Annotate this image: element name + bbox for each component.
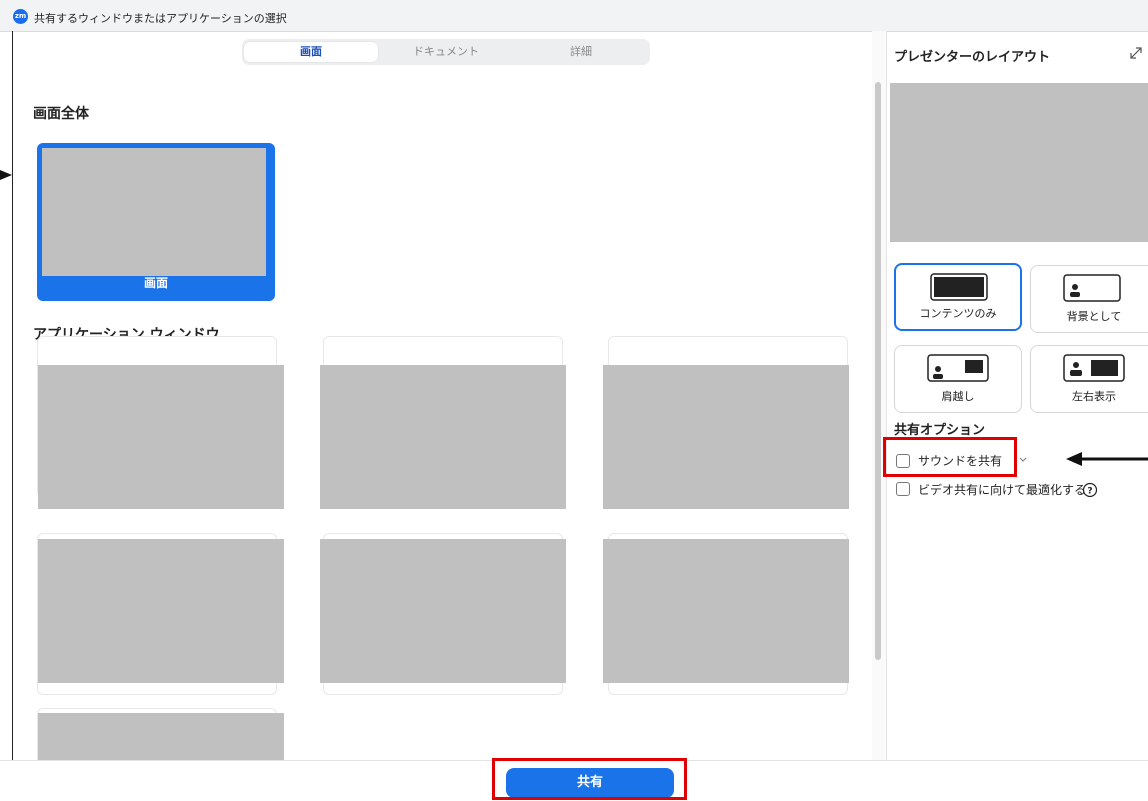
- app-window-thumbnail: [38, 365, 284, 509]
- optimize-video-label[interactable]: ビデオ共有に向けて最適化する: [918, 481, 1086, 498]
- help-icon[interactable]: ?: [1082, 482, 1098, 498]
- arrow-right-icon: [0, 170, 12, 180]
- app-window-thumbnail: [38, 539, 284, 683]
- app-window-thumbnail: [38, 713, 284, 760]
- window-title: 共有するウィンドウまたはアプリケーションの選択: [34, 12, 287, 25]
- window-left-border: [12, 31, 13, 800]
- screen-share-option[interactable]: 画面: [37, 143, 275, 301]
- screen-preview-thumbnail: [42, 148, 266, 276]
- share-button-highlight: [492, 758, 687, 800]
- arrow-left-icon: [1066, 452, 1148, 466]
- layout-side-by-side-button[interactable]: 左右表示: [1030, 345, 1148, 413]
- app-window-thumbnail: [603, 365, 849, 509]
- zoom-logo-icon: zm: [13, 9, 28, 24]
- content-only-icon: [930, 273, 988, 301]
- side-by-side-icon: [1063, 354, 1125, 382]
- sound-option-highlight: [883, 437, 1017, 477]
- app-window-thumbnail: [320, 539, 566, 683]
- presenter-layout-heading: プレゼンターのレイアウト: [894, 50, 1051, 65]
- tab-bar: 画面 ドキュメント 詳細: [242, 39, 650, 65]
- layout-label: コンテンツのみ: [919, 307, 997, 320]
- app-window-thumbnail: [320, 365, 566, 509]
- screen-option-label: 画面: [143, 276, 168, 290]
- svg-text:?: ?: [1087, 487, 1092, 497]
- layout-background-button[interactable]: 背景として: [1030, 265, 1148, 333]
- background-layout-icon: [1063, 274, 1121, 302]
- tab-document[interactable]: ドキュメント: [378, 42, 514, 62]
- share-options-title: 共有オプション: [894, 423, 986, 438]
- layout-label: 左右表示: [1072, 390, 1116, 403]
- title-bar: zm 共有するウィンドウまたはアプリケーションの選択: [0, 0, 1148, 32]
- screen-section-title: 画面全体: [33, 106, 89, 122]
- app-window-thumbnail: [603, 539, 849, 683]
- layout-label: 肩越し: [941, 390, 975, 403]
- tab-advanced[interactable]: 詳細: [514, 42, 648, 62]
- optimize-video-checkbox[interactable]: [896, 482, 910, 496]
- panel-divider: [886, 31, 887, 760]
- scrollbar-thumb[interactable]: [875, 82, 881, 660]
- layout-label: 背景として: [1066, 310, 1122, 323]
- expand-icon[interactable]: [1127, 44, 1145, 62]
- layout-content-only-button[interactable]: コンテンツのみ: [894, 263, 1022, 331]
- layout-preview: [890, 83, 1148, 242]
- chevron-down-icon[interactable]: [1018, 456, 1028, 464]
- tab-screen[interactable]: 画面: [244, 42, 378, 62]
- over-shoulder-icon: [927, 354, 989, 382]
- layout-over-shoulder-button[interactable]: 肩越し: [894, 345, 1022, 413]
